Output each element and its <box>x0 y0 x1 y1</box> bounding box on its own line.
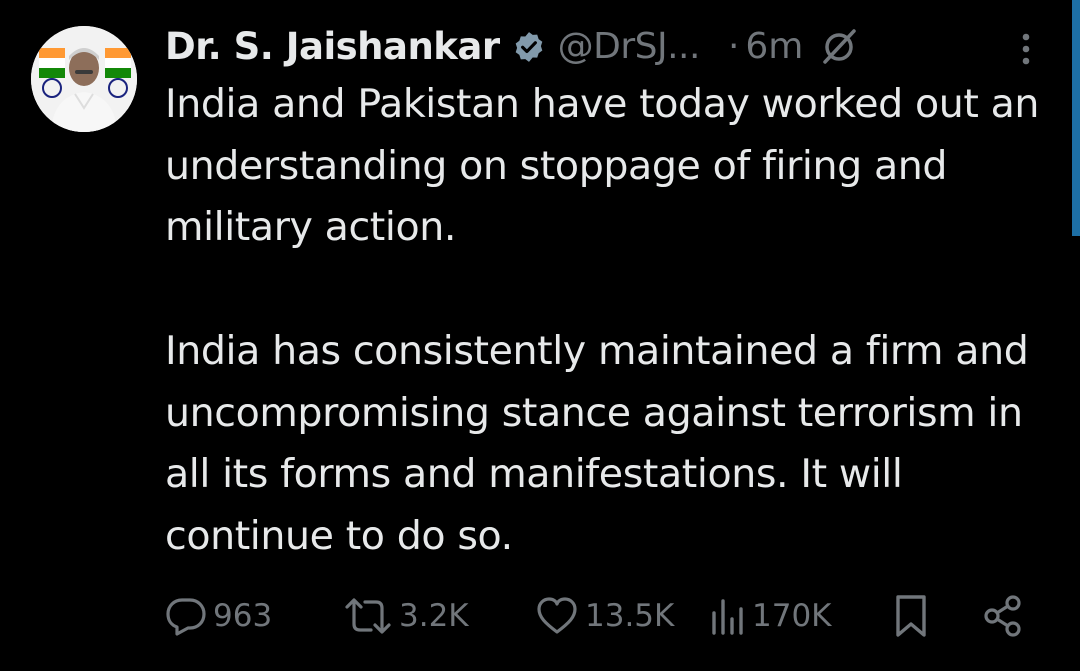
views-button[interactable]: 170K <box>710 590 832 642</box>
views-chart-icon <box>710 595 746 637</box>
timestamp[interactable]: 6m <box>745 26 803 67</box>
tweet-paragraph-1: India and Pakistan have today worked out… <box>165 81 1040 251</box>
bookmark-button[interactable] <box>893 590 929 642</box>
reply-count: 963 <box>213 598 273 634</box>
reply-button[interactable]: 963 <box>165 590 272 642</box>
avatar[interactable] <box>31 26 137 132</box>
tweet-actions: 963 3.2K 13.5K 170K <box>165 590 1035 642</box>
display-name[interactable]: Dr. S. Jaishankar <box>165 25 500 68</box>
share-icon <box>983 594 1023 638</box>
grok-icon[interactable] <box>819 26 859 66</box>
retweet-icon <box>343 595 393 637</box>
separator-dot: · <box>727 25 740 67</box>
scrollbar[interactable] <box>1072 0 1080 236</box>
retweet-count: 3.2K <box>399 598 469 634</box>
views-count: 170K <box>752 598 832 634</box>
share-button[interactable] <box>983 590 1023 642</box>
heart-icon <box>535 595 579 637</box>
verified-badge-icon <box>512 30 546 64</box>
tweet-card[interactable]: Dr. S. Jaishankar @DrSJ... · 6m India an… <box>0 0 1080 671</box>
reply-icon <box>165 595 207 637</box>
user-handle[interactable]: @DrSJ... <box>558 26 701 67</box>
like-button[interactable]: 13.5K <box>535 590 674 642</box>
retweet-button[interactable]: 3.2K <box>343 590 469 642</box>
tweet-header: Dr. S. Jaishankar @DrSJ... · 6m <box>165 18 859 74</box>
bookmark-icon <box>893 593 929 639</box>
tweet-paragraph-2: India has consistently maintained a firm… <box>165 327 1029 559</box>
like-count: 13.5K <box>585 598 675 634</box>
more-options-icon[interactable] <box>1016 30 1036 70</box>
tweet-text: India and Pakistan have today worked out… <box>165 74 1045 568</box>
